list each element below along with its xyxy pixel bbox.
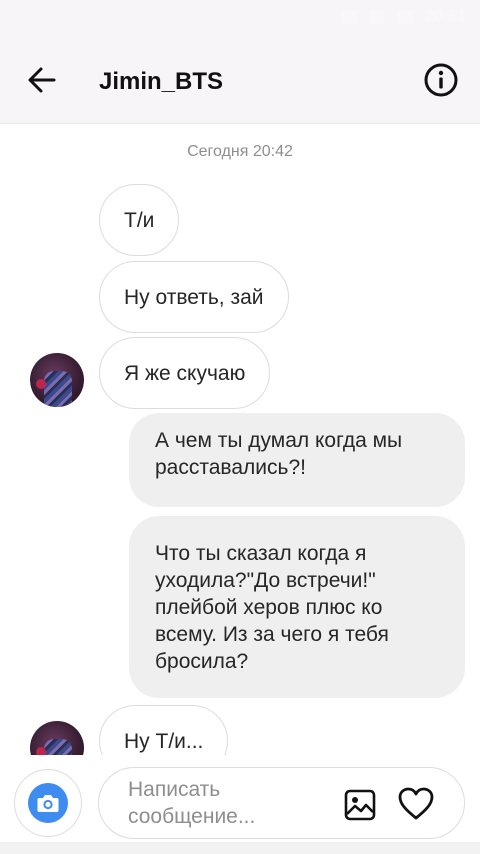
chat-header: Jimin_BTS (0, 38, 480, 124)
camera-button[interactable] (14, 769, 82, 837)
sender-avatar[interactable] (30, 721, 84, 755)
message-text: Т/и (124, 208, 155, 232)
mute-icon (341, 10, 358, 24)
status-bar: 20:51 (0, 0, 480, 38)
message-text: Ну Т/и... (124, 729, 204, 753)
message-bubble-incoming[interactable]: Ну Т/и... (99, 705, 229, 755)
message-text: А чем ты думал когда мы расставались?! (155, 429, 403, 479)
message-text: Что ты сказал когда я уходила?"До встреч… (155, 542, 389, 673)
heart-icon[interactable] (397, 786, 435, 822)
message-bubble-incoming[interactable]: Ну ответь, зай (99, 261, 289, 333)
message-bubble-incoming[interactable]: Я же скучаю (99, 337, 271, 409)
message-bubble-outgoing[interactable]: Что ты сказал когда я уходила?"До встреч… (129, 516, 465, 698)
status-time: 20:51 (425, 8, 466, 25)
info-icon[interactable] (423, 62, 459, 98)
message-text: Я же скучаю (124, 361, 246, 385)
gallery-icon[interactable] (343, 788, 377, 822)
camera-icon (28, 783, 68, 823)
message-field[interactable] (98, 767, 465, 839)
back-arrow-icon[interactable] (24, 62, 60, 98)
message-composer (0, 755, 480, 845)
chat-timestamp: Сегодня 20:42 (187, 143, 293, 160)
message-input[interactable] (128, 776, 328, 834)
message-bubble-incoming[interactable]: Т/и (99, 184, 180, 256)
signal-icon (369, 10, 386, 24)
battery-icon (397, 10, 414, 24)
status-icons: 20:51 (341, 8, 466, 26)
message-text: Ну ответь, зай (124, 285, 264, 309)
chat-title[interactable]: Jimin_BTS (99, 68, 223, 96)
sender-avatar[interactable] (30, 353, 84, 407)
message-list[interactable]: Сегодня 20:42 Т/и Ну ответь, зай Я же ск… (0, 125, 480, 755)
system-nav-bar (0, 842, 480, 854)
message-bubble-outgoing[interactable]: А чем ты думал когда мы расставались?! (129, 413, 465, 507)
